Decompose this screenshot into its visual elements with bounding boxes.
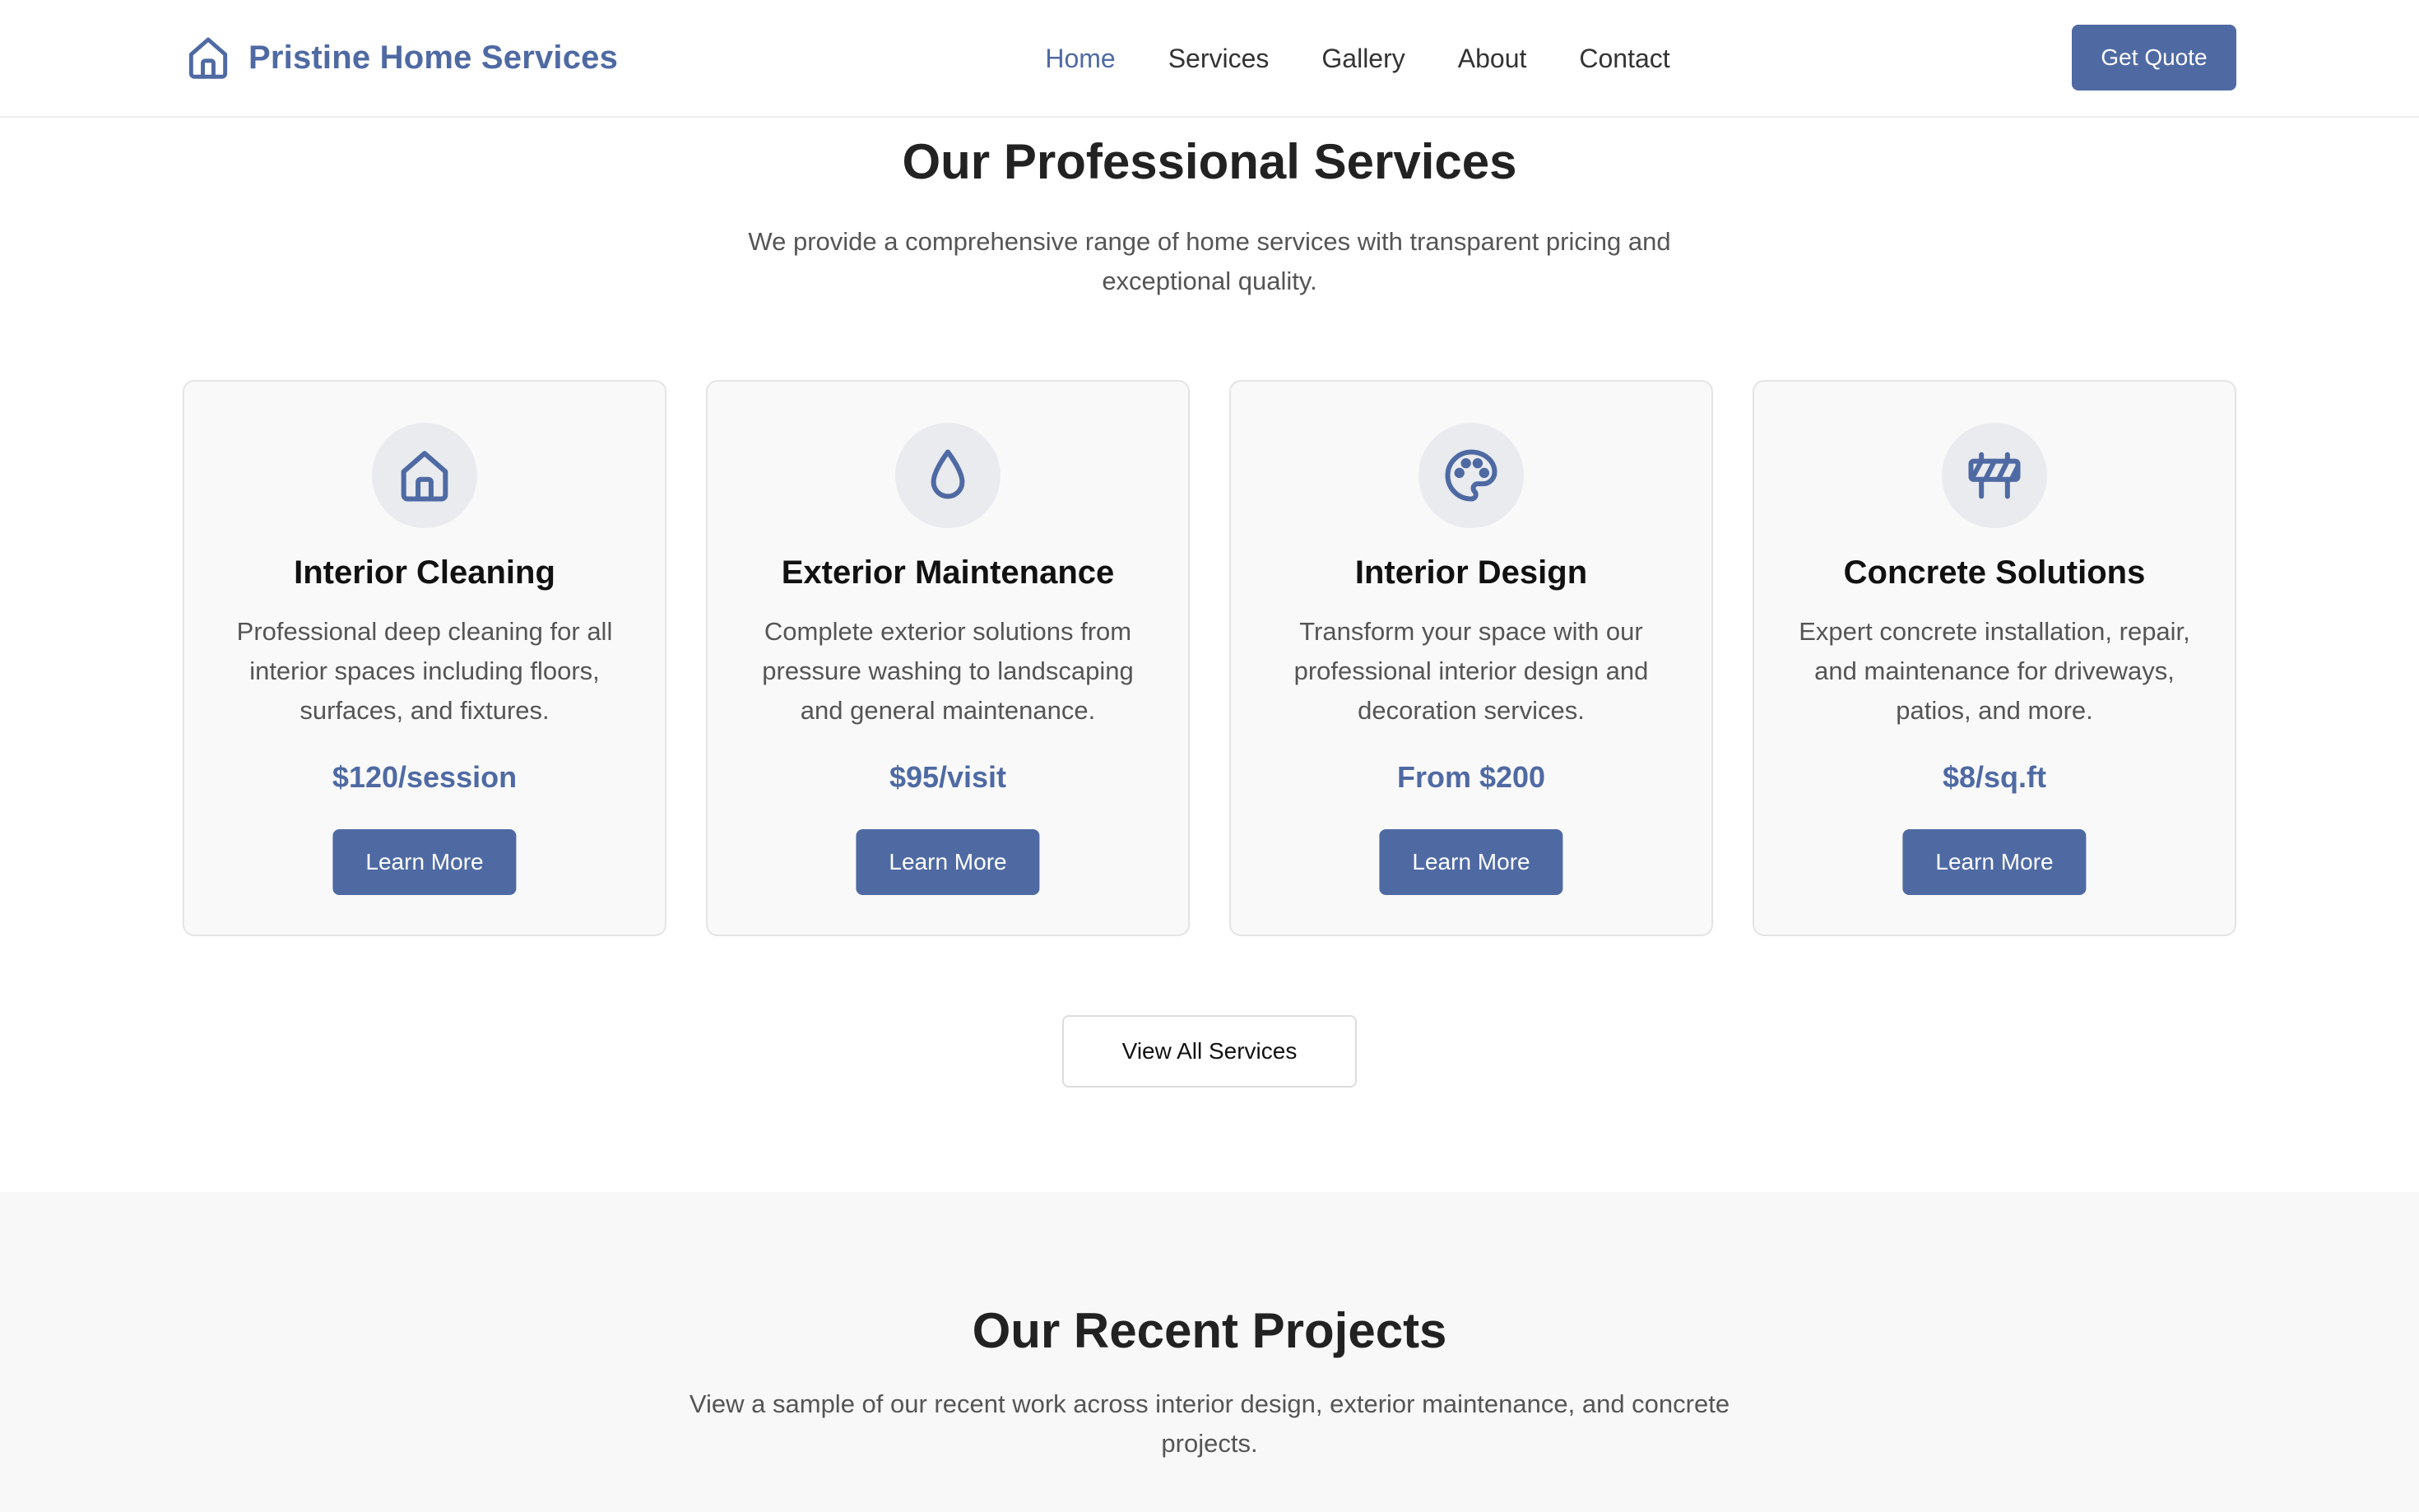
service-card-interior-design: Interior Design Transform your space wit… — [1229, 380, 1713, 936]
services-title: Our Professional Services — [902, 134, 1517, 189]
brand-logo[interactable]: Pristine Home Services — [183, 28, 618, 87]
learn-more-button[interactable]: Learn More — [1902, 829, 2087, 895]
card-price: $95/visit — [889, 760, 1007, 794]
house-outline-icon — [188, 37, 228, 79]
nav-contact-link[interactable]: Contact — [1579, 44, 1669, 74]
card-price: $8/sq.ft — [1942, 760, 2047, 794]
nav-about-link[interactable]: About — [1458, 44, 1527, 74]
palette-icon — [1445, 449, 1497, 502]
learn-more-button[interactable]: Learn More — [332, 829, 517, 895]
nav-gallery-link[interactable]: Gallery — [1321, 44, 1405, 74]
projects-subtitle: View a sample of our recent work across … — [689, 1389, 1730, 1458]
get-quote-button[interactable]: Get Quote — [2072, 25, 2236, 90]
view-all-services-button[interactable]: View All Services — [1062, 1015, 1357, 1088]
card-price: From $200 — [1396, 760, 1546, 794]
learn-more-button[interactable]: Learn More — [856, 829, 1040, 895]
projects-title: Our Recent Projects — [972, 1303, 1447, 1358]
services-card-grid: Interior Cleaning Professional deep clea… — [183, 380, 2236, 936]
services-subtitle: We provide a comprehensive range of home… — [748, 227, 1671, 295]
service-card-interior-cleaning: Interior Cleaning Professional deep clea… — [183, 380, 666, 936]
card-title: Interior Cleaning — [294, 554, 555, 591]
service-card-concrete-solutions: Concrete Solutions Expert concrete insta… — [1753, 380, 2236, 936]
card-title: Interior Design — [1354, 554, 1588, 591]
learn-more-button[interactable]: Learn More — [1379, 829, 1563, 895]
card-description: Expert concrete installation, repair, an… — [1799, 617, 2190, 725]
icon-badge — [1418, 423, 1524, 528]
card-description: Professional deep cleaning for all inter… — [236, 617, 613, 725]
nav-services-link[interactable]: Services — [1168, 44, 1270, 74]
icon-badge — [372, 423, 477, 528]
card-description: Transform your space with our profession… — [1293, 617, 1649, 725]
main-nav: Home Services Gallery About Contact — [987, 33, 1728, 84]
icon-badge — [1942, 423, 2047, 528]
brand-name: Pristine Home Services — [248, 39, 619, 76]
card-price: $120/session — [332, 760, 518, 794]
card-title: Concrete Solutions — [1843, 554, 2146, 591]
water-drop-icon — [931, 449, 965, 499]
service-card-exterior-maintenance: Exterior Maintenance Complete exterior s… — [706, 380, 1190, 936]
house-icon — [401, 451, 448, 502]
card-title: Exterior Maintenance — [781, 554, 1115, 591]
icon-badge — [895, 423, 1001, 528]
site-header: Pristine Home Services Home Services Gal… — [0, 0, 2419, 118]
nav-home-link[interactable]: Home — [1045, 44, 1115, 74]
projects-section: Our Recent Projects View a sample of our… — [0, 1192, 2419, 1512]
construction-barrier-icon — [1968, 452, 2021, 499]
card-description: Complete exterior solutions from pressur… — [762, 617, 1134, 725]
